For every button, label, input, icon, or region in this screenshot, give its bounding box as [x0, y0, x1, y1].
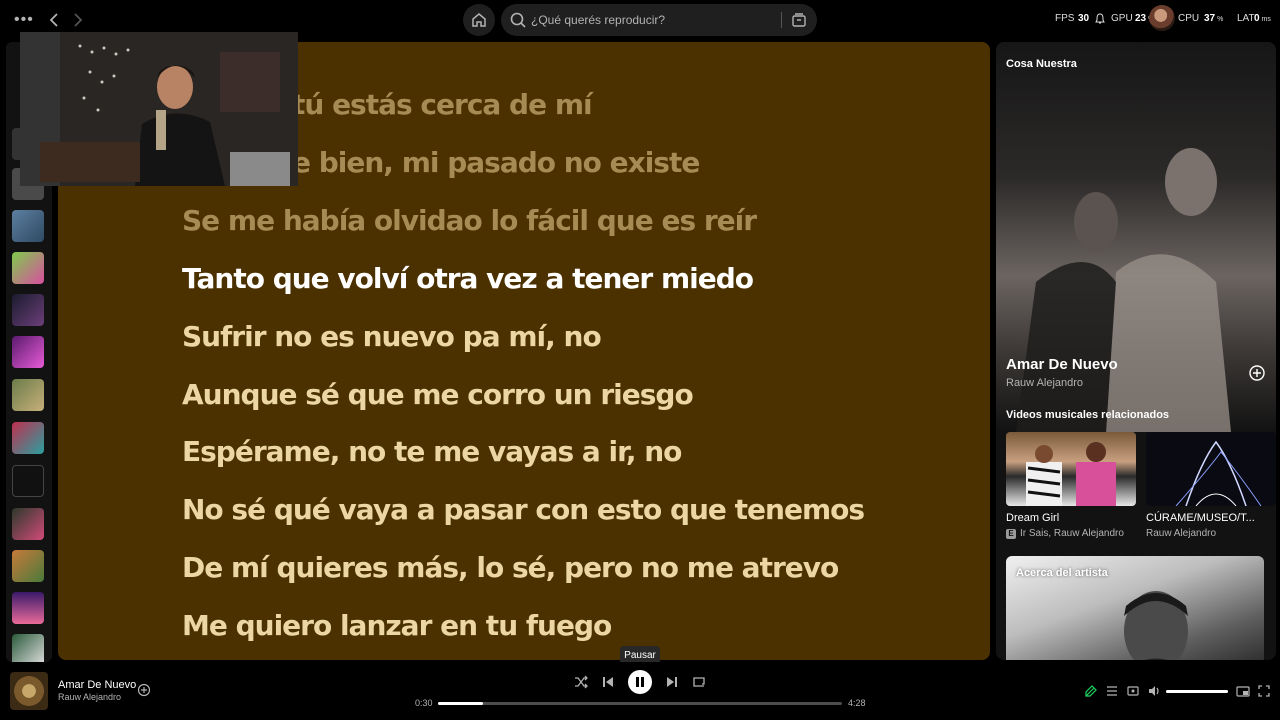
now-playing-artist[interactable]: Rauw Alejandro — [58, 692, 121, 702]
volume-icon[interactable] — [1147, 684, 1161, 698]
video-thumbnail[interactable] — [1146, 432, 1276, 506]
video-artist: E Ir Sais, Rauw Alejandro — [1006, 528, 1124, 539]
lyric-line[interactable]: e bien, mi pasado no existe — [292, 146, 700, 179]
video-thumbnail-image — [1026, 442, 1116, 506]
library-item[interactable] — [12, 379, 44, 411]
library-item[interactable] — [12, 592, 44, 624]
volume-fill — [1166, 690, 1228, 693]
add-to-library-icon[interactable] — [137, 683, 151, 697]
home-button[interactable] — [463, 4, 495, 36]
player-bar: Amar De Nuevo Rauw Alejandro 0:30 4:28 — [0, 662, 1280, 720]
library-item[interactable] — [12, 422, 44, 454]
lyric-line[interactable]: De mí quieres más, lo sé, pero no me atr… — [182, 551, 839, 584]
previous-track-icon[interactable] — [600, 674, 616, 690]
cpu-value: 37 — [1204, 13, 1216, 24]
search-icon — [510, 12, 526, 28]
now-playing-view: Cosa Nuestra Amar De Nuevo Rauw Alejandr… — [996, 42, 1276, 660]
next-track-icon[interactable] — [664, 674, 680, 690]
video-artist-name[interactable]: Ir Sais, Rauw Alejandro — [1020, 528, 1124, 539]
related-videos-heading: Videos musicales relacionados — [1006, 409, 1170, 421]
progress-fill — [438, 702, 484, 705]
album-title[interactable]: Cosa Nuestra — [1006, 58, 1077, 70]
album-art — [996, 42, 1276, 432]
search-input[interactable] — [531, 4, 771, 36]
browse-icon[interactable] — [790, 11, 808, 29]
queue-icon[interactable] — [1105, 684, 1119, 698]
library-item[interactable] — [12, 210, 44, 242]
video-thumbnail-image — [1175, 440, 1262, 506]
video-title[interactable]: CÚRAME/MUSEO/T... — [1146, 512, 1255, 524]
artist-canvas — [1016, 148, 1231, 432]
about-artist-label: Acerca del artista — [1016, 567, 1108, 579]
lyric-line[interactable]: No sé qué vaya a pasar con esto que tene… — [182, 493, 865, 526]
lyric-line[interactable]: Se me había olvidao lo fácil que es reír — [182, 204, 757, 237]
more-options-icon[interactable]: ••• — [14, 12, 34, 28]
lyric-line[interactable]: Aunque sé que me corro un riesgo — [182, 378, 694, 411]
library-item[interactable] — [12, 336, 44, 368]
lyric-line[interactable]: Sufrir no es nuevo pa mí, no — [182, 320, 602, 353]
library-item[interactable] — [12, 550, 44, 582]
home-icon — [472, 13, 486, 27]
now-playing-title[interactable]: Amar De Nuevo — [58, 679, 136, 691]
lyric-line[interactable]: Espérame, no te me vayas a ir, no — [182, 435, 682, 468]
now-playing-view-icon[interactable] — [1084, 684, 1098, 698]
explicit-badge: E — [1006, 529, 1016, 539]
library-item[interactable] — [12, 508, 44, 540]
repeat-icon[interactable] — [691, 674, 707, 690]
add-to-library-icon[interactable] — [1248, 364, 1266, 382]
lyric-line[interactable]: tú estás cerca de mí — [292, 88, 593, 121]
search-divider — [781, 12, 782, 28]
gpu-label: GPU — [1111, 13, 1133, 24]
gpu-value: 23 — [1135, 13, 1147, 24]
shuffle-icon[interactable] — [573, 674, 589, 690]
mini-player-icon[interactable] — [1236, 684, 1250, 698]
search-bar[interactable] — [501, 4, 817, 36]
lyric-line-current[interactable]: Tanto que volví otra vez a tener miedo — [182, 262, 754, 295]
pause-icon — [636, 677, 644, 687]
forward-arrow-icon[interactable] — [68, 11, 86, 29]
webcam-feed — [20, 32, 298, 186]
about-artist-card[interactable]: Acerca del artista — [1006, 556, 1264, 660]
webcam-overlay — [20, 32, 298, 186]
fullscreen-icon[interactable] — [1257, 684, 1271, 698]
progress-bar[interactable] — [438, 702, 842, 705]
cpu-label: CPU — [1178, 13, 1200, 24]
play-pause-button[interactable] — [628, 670, 652, 694]
lat-label: LAT — [1237, 13, 1255, 24]
elapsed-time: 0:30 — [415, 698, 433, 708]
video-title[interactable]: Dream Girl — [1006, 512, 1059, 524]
now-playing-cover[interactable] — [10, 672, 48, 710]
avatar[interactable] — [1149, 5, 1175, 31]
fps-label: FPS — [1055, 13, 1075, 24]
library-item[interactable] — [12, 294, 44, 326]
volume-slider[interactable] — [1166, 690, 1228, 693]
connect-device-icon[interactable] — [1126, 684, 1140, 698]
song-title[interactable]: Amar De Nuevo — [1006, 356, 1118, 373]
bell-icon — [1095, 13, 1105, 24]
video-artist[interactable]: Rauw Alejandro — [1146, 528, 1216, 539]
back-arrow-icon[interactable] — [46, 11, 64, 29]
total-duration: 4:28 — [848, 698, 866, 708]
library-item[interactable] — [12, 252, 44, 284]
fps-value: 30 — [1078, 13, 1090, 24]
lyric-line[interactable]: Me quiero lanzar en tu fuego — [182, 609, 612, 642]
video-thumbnail[interactable] — [1006, 432, 1136, 506]
song-artist[interactable]: Rauw Alejandro — [1006, 377, 1083, 389]
library-item[interactable] — [12, 465, 44, 497]
